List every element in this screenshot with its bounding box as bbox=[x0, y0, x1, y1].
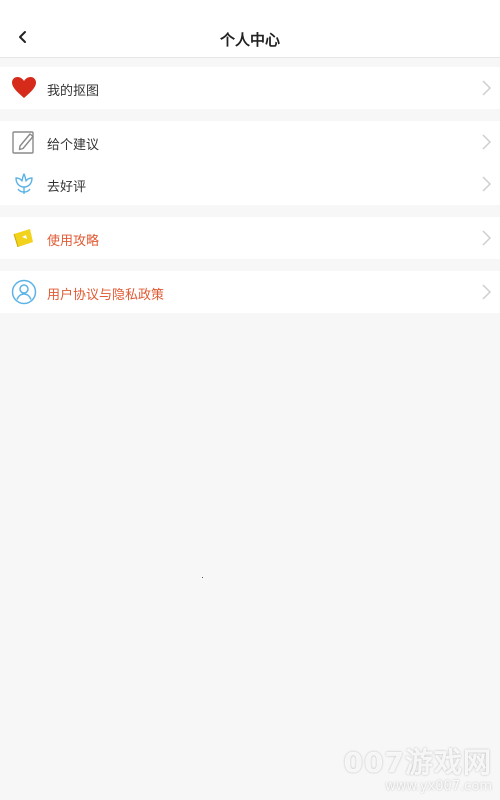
menu-item-label: 用户协议与隐私政策 bbox=[47, 288, 165, 303]
menu-item-label: 使用攻略 bbox=[47, 234, 100, 249]
stray-pixel bbox=[202, 577, 203, 578]
chevron-right-icon bbox=[482, 80, 492, 96]
guide-kite-icon bbox=[11, 225, 37, 251]
menu-item-my-cutouts[interactable]: 我的抠图 bbox=[0, 67, 500, 109]
watermark-title: 007游戏网 bbox=[343, 746, 492, 779]
chevron-right-icon bbox=[482, 176, 492, 192]
user-profile-icon bbox=[11, 279, 37, 305]
menu-group-legal: 用户协议与隐私政策 bbox=[0, 271, 500, 313]
top-nav-bar: 个人中心 bbox=[0, 0, 500, 58]
page-title: 个人中心 bbox=[219, 31, 280, 49]
pencil-edit-icon bbox=[11, 129, 37, 155]
menu-item-suggestion[interactable]: 给个建议 bbox=[0, 121, 500, 163]
chevron-right-icon bbox=[482, 230, 492, 246]
menu-group-feedback: 给个建议 去好评 bbox=[0, 121, 500, 205]
menu-item-usage-guide[interactable]: 使用攻略 bbox=[0, 217, 500, 259]
menu-group-guide: 使用攻略 bbox=[0, 217, 500, 259]
menu-item-user-agreement-privacy[interactable]: 用户协议与隐私政策 bbox=[0, 271, 500, 313]
menu-group-collection: 我的抠图 bbox=[0, 67, 500, 109]
watermark-url: www.yx007.com bbox=[385, 779, 492, 794]
menu-item-label: 去好评 bbox=[47, 180, 87, 195]
flower-icon bbox=[11, 171, 37, 197]
profile-center-page: 个人中心 我的抠图 给个建议 去好评 使用攻略 用户协议与隐私政策 007游戏网… bbox=[0, 0, 500, 800]
menu-item-rate-app[interactable]: 去好评 bbox=[0, 163, 500, 205]
chevron-right-icon bbox=[482, 284, 492, 300]
site-watermark: 007游戏网 www.yx007.com bbox=[344, 741, 492, 794]
menu-item-label: 给个建议 bbox=[47, 138, 100, 153]
chevron-right-icon bbox=[482, 134, 492, 150]
heart-icon bbox=[11, 75, 37, 101]
menu-item-label: 我的抠图 bbox=[47, 84, 100, 99]
